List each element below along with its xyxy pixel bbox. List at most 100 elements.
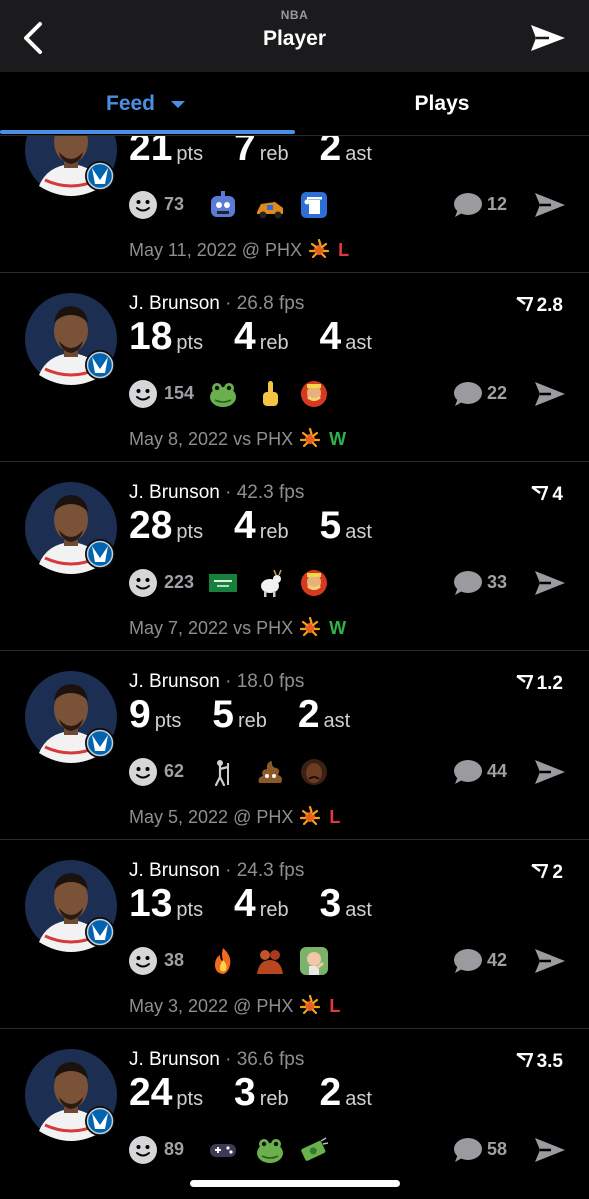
game-controller-icon[interactable] [208,1135,238,1165]
player-avatar[interactable] [25,482,117,574]
tab-plays[interactable]: Plays [295,72,589,136]
middle-finger-icon[interactable] [255,379,285,409]
assists-unit: ast [345,521,372,543]
smiley-icon[interactable] [129,947,157,975]
league-label: NBA [280,8,309,22]
caret-down-icon[interactable] [170,100,186,110]
share-icon[interactable] [534,569,566,597]
comment-icon[interactable] [452,1137,482,1163]
reaction-count: 38 [164,950,185,970]
reaction-row: 38 42 [129,944,569,978]
post-header: J. Brunson · 24.3 fps [129,860,304,882]
points-unit: pts [176,899,204,921]
reaction-count: 89 [164,1139,185,1159]
share-icon[interactable] [534,758,566,786]
smiley-icon[interactable] [129,569,157,597]
score-text: 2 [552,862,563,883]
hulk-hogan-icon[interactable] [299,379,329,409]
feed-card[interactable]: J. Brunson · 26.8 fps 2.8 18 pts 4 reb 4 as… [0,273,589,462]
poop-icon[interactable] [255,757,285,787]
hulk-hogan-icon[interactable] [299,568,329,598]
stat-line: 18 pts 4 reb 4 ast [129,315,372,359]
separator: · [225,293,232,314]
rebounds-unit: reb [259,521,289,543]
score-text: 1.2 [536,673,563,694]
goat-icon[interactable] [255,568,285,598]
score-value: 2.8 [515,295,563,317]
comment-icon[interactable] [452,570,482,596]
smiley-icon[interactable] [129,191,157,219]
fire-icon[interactable] [208,946,238,976]
game-opponent[interactable]: @ PHX [233,807,293,827]
player-name[interactable]: J. Brunson [129,482,220,503]
tab-feed[interactable]: Feed [0,72,295,136]
fps-value: 36.6 fps [236,1049,305,1070]
game-opponent[interactable]: @ PHX [242,240,302,260]
tab-feed-label: Feed [106,92,156,115]
points-value: 9 [129,693,151,736]
points-value: 21 [129,136,173,169]
player-name[interactable]: J. Brunson [129,860,220,881]
race-car-icon[interactable] [255,190,285,220]
fps-value: 42.3 fps [236,482,305,503]
frog-face-icon[interactable] [208,379,238,409]
separator: · [225,1049,232,1070]
reaction-count: 154 [164,383,195,403]
home-indicator[interactable] [190,1180,400,1187]
hugging-pair-icon[interactable] [255,946,285,976]
feed-card[interactable]: J. Brunson · 18.0 fps 1.2 9 pts 5 reb 2 ast [0,651,589,840]
points-unit: pts [154,710,182,732]
fps-value: 24.3 fps [236,860,305,881]
reaction-row: 154 22 [129,377,569,411]
post-header: J. Brunson · 26.8 fps [129,293,304,315]
feed-card[interactable]: J. Brunson · 36.6 fps 3.5 24 pts 3 reb 2 as… [0,1029,589,1199]
points-unit: pts [176,143,204,165]
game-opponent[interactable]: @ PHX [233,996,293,1016]
score-icon [515,296,533,312]
post-header: J. Brunson · 36.6 fps [129,1049,304,1071]
robot-face-icon[interactable] [208,190,238,220]
player-name[interactable]: J. Brunson [129,1049,220,1070]
comment-icon[interactable] [452,948,482,974]
share-button[interactable] [529,22,567,54]
player-avatar[interactable] [25,860,117,952]
frog-face-icon[interactable] [255,1135,285,1165]
player-avatar[interactable] [25,136,117,196]
points-value: 24 [129,1071,173,1114]
player-name[interactable]: J. Brunson [129,293,220,314]
player-avatar[interactable] [25,1049,117,1141]
suns-logo-icon [300,805,321,826]
share-icon[interactable] [534,1136,566,1164]
comment-icon[interactable] [452,192,482,218]
comment-icon[interactable] [452,381,482,407]
crutch-man-icon[interactable] [208,757,238,787]
share-icon[interactable] [534,947,566,975]
player-name[interactable]: J. Brunson [129,671,220,692]
comment-icon[interactable] [452,759,482,785]
smiley-icon[interactable] [129,380,157,408]
trash-can-icon[interactable] [299,190,329,220]
feed-card[interactable]: J. Brunson · 31.4 fps 2.6 21pts 7reb 2as… [0,136,589,273]
share-icon[interactable] [534,380,566,408]
game-opponent[interactable]: vs PHX [233,429,293,449]
crying-face-icon[interactable] [299,757,329,787]
rebounds-value: 7 [233,136,256,169]
game-date: May 11, 2022 [129,240,237,260]
comment-count: 12 [487,194,508,214]
rebounds-unit: reb [259,1088,289,1110]
smiley-icon[interactable] [129,1136,157,1164]
reaction-row: 223 33 [129,566,569,600]
share-icon[interactable] [534,191,566,219]
assists-value: 2 [319,1071,342,1114]
play-feed[interactable]: J. Brunson · 31.4 fps 2.6 21pts 7reb 2as… [0,136,589,1199]
success-kid-icon[interactable] [299,946,329,976]
feed-card[interactable]: J. Brunson · 24.3 fps 2 13 pts 4 reb 3 ast [0,840,589,1029]
feed-card[interactable]: J. Brunson · 42.3 fps 4 28 pts 4 reb 5 ast [0,462,589,651]
saudi-flag-icon[interactable] [208,568,238,598]
game-opponent[interactable]: vs PHX [233,618,293,638]
player-avatar[interactable] [25,671,117,763]
smiley-icon[interactable] [129,758,157,786]
points-value: 13 [129,882,173,925]
player-avatar[interactable] [25,293,117,385]
money-flying-icon[interactable] [299,1135,329,1165]
